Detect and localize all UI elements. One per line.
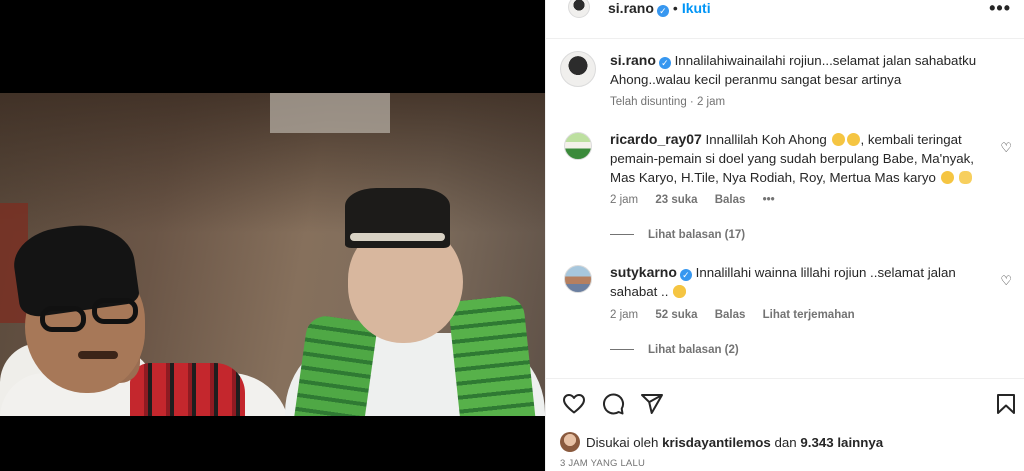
replies-line [610,349,634,351]
comment-like-icon[interactable]: ♡ [1000,273,1012,289]
liker-avatar[interactable] [560,432,580,452]
post-media[interactable] [0,0,545,471]
likes-middle: dan [774,435,797,450]
liker-username[interactable]: krisdayantilemos [662,435,771,450]
comment-icon[interactable] [601,392,625,416]
likes-prefix: Disukai oleh [586,435,659,450]
view-replies-label: Lihat balasan (2) [648,344,739,356]
share-icon[interactable] [640,392,664,416]
follow-button[interactable]: Ikuti [682,0,711,16]
person-right-cap-band [350,233,445,241]
translate-button[interactable]: Lihat terjemahan [763,309,855,321]
more-icon[interactable]: ••• [989,0,1011,19]
photo-window [270,93,390,133]
comment-likes[interactable]: 23 suka [655,194,697,206]
view-replies-button[interactable]: Lihat balasan (2) [610,344,739,356]
comment-meta: 2 jam 52 suka Balas Lihat terjemahan [610,309,869,321]
post-header: si.rano ✓ • Ikuti ••• [546,0,1024,20]
header-divider [546,38,1024,39]
heart-eyes-emoji-icon [673,285,687,298]
sad-emoji-icon [846,133,860,146]
comment-text: ricardo_ray07 Innallilah Koh Ahong , kem… [610,130,990,187]
view-replies-label: Lihat balasan (17) [648,229,746,241]
actions-divider [546,378,1024,379]
sad-emoji-icon [831,133,845,146]
verified-icon: ✓ [656,5,669,17]
person-left-glasses-lens [40,306,86,332]
header-user-line: si.rano ✓ • Ikuti [608,0,711,18]
replies-line [610,234,634,236]
post-timestamp: 3 JAM YANG LALU [560,458,646,469]
post-side-panel: si.rano ✓ • Ikuti ••• si.rano ✓ Innalilahiwa… [545,0,1024,471]
caption-meta: Telah disunting · 2 jam [610,96,726,108]
person-left-scarf [130,363,245,416]
comment-time: 2 jam [610,194,639,206]
view-replies-button[interactable]: Lihat balasan (17) [610,229,745,241]
author-username[interactable]: si.rano [608,0,654,16]
caption-username[interactable]: si.rano [610,52,656,68]
heart-icon[interactable] [562,392,586,416]
bookmark-icon[interactable] [994,392,1018,416]
reply-button[interactable]: Balas [715,309,746,321]
person-right-scarf-right [447,294,538,416]
separator-dot: • [672,0,678,16]
person-left-glasses-lens [92,298,138,324]
comment-item: sutykarno ✓ Innalillahi wainna lillahi ro… [560,263,1020,363]
likes-count[interactable]: 9.343 lainnya [800,435,883,450]
comment-item: ricardo_ray07 Innallilah Koh Ahong , kem… [560,130,1020,241]
author-avatar[interactable] [568,0,590,18]
comment-like-icon[interactable]: ♡ [1000,140,1012,156]
verified-icon: ✓ [658,57,671,69]
person-left-mouth [78,351,118,359]
likes-line: Disukai oleh krisdayantilemos dan 9.343 … [560,432,883,452]
comment-meta: 2 jam 23 suka Balas ••• [610,194,789,206]
hands-emoji-icon [959,171,973,184]
caption-text: si.rano ✓ Innalilahiwainailahi rojiun...s… [610,51,990,89]
person-right-scarf-left [291,313,379,416]
comment-more-icon[interactable]: ••• [763,194,775,206]
comment-avatar[interactable] [564,132,592,160]
comment-body-start: Innallilah Koh Ahong [705,132,827,147]
comment-username[interactable]: ricardo_ray07 [610,131,702,147]
reply-button[interactable]: Balas [715,194,746,206]
comment-avatar[interactable] [564,265,592,293]
comment-text: sutykarno ✓ Innalillahi wainna lillahi ro… [610,263,990,301]
caption-avatar[interactable] [560,51,596,87]
caption: si.rano ✓ Innalilahiwainailahi rojiun...s… [560,51,1020,121]
comment-likes[interactable]: 52 suka [655,309,697,321]
crying-emoji-icon [940,171,954,184]
comment-time: 2 jam [610,309,639,321]
action-bar [546,386,1024,422]
comment-username[interactable]: sutykarno [610,264,677,280]
verified-icon: ✓ [679,269,692,281]
post-photo[interactable] [0,93,545,416]
